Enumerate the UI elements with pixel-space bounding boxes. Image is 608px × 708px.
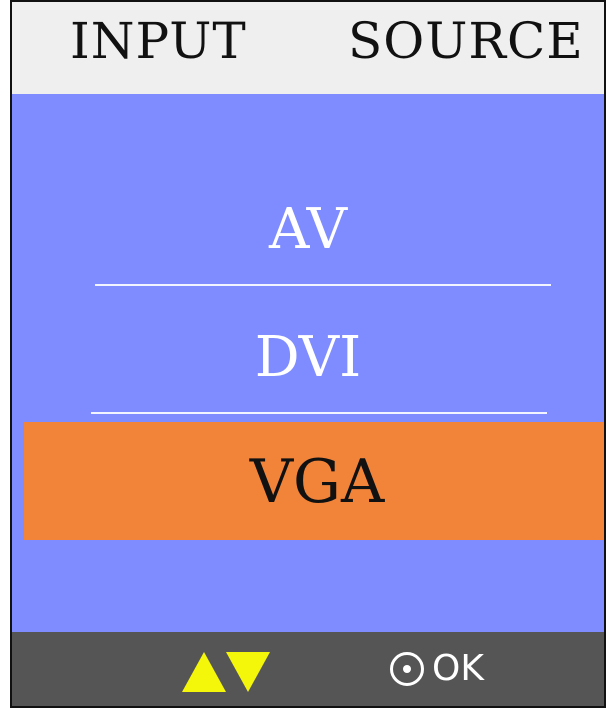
- input-source-panel: INPUT SOURCE AV DVI VGA OK: [10, 0, 606, 708]
- menu-divider: [95, 284, 551, 286]
- up-arrow-icon[interactable]: [182, 652, 226, 692]
- ok-label: OK: [432, 648, 484, 689]
- ok-dot-icon: [403, 665, 411, 673]
- header-title-source: SOURCE: [348, 12, 584, 70]
- footer-bar: OK: [12, 632, 604, 706]
- ok-circle-icon: [390, 652, 424, 686]
- down-arrow-icon[interactable]: [226, 652, 270, 692]
- source-option-dvi[interactable]: DVI: [12, 330, 604, 386]
- ok-button[interactable]: OK: [390, 647, 484, 691]
- source-option-vga-selected[interactable]: VGA: [24, 422, 604, 540]
- source-menu: AV DVI VGA: [12, 94, 604, 632]
- source-option-vga: VGA: [249, 447, 385, 517]
- menu-divider: [91, 412, 547, 414]
- source-option-av[interactable]: AV: [12, 202, 604, 258]
- header-title-input: INPUT: [70, 12, 247, 70]
- header-bar: INPUT SOURCE: [12, 2, 604, 94]
